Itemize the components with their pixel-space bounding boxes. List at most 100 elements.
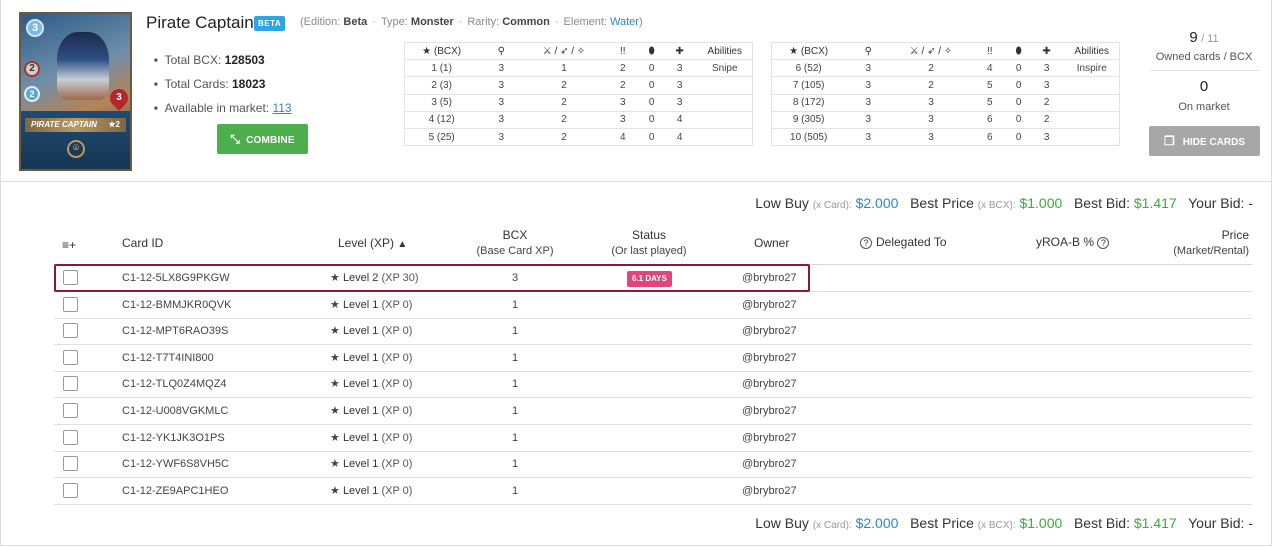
row-checkbox[interactable]	[63, 429, 78, 445]
level-value: Level 1	[342, 351, 379, 364]
card-level-label: ★2	[108, 120, 120, 129]
row-checkbox[interactable]	[63, 403, 78, 418]
column-status[interactable]: Status (Or last played)	[604, 227, 694, 259]
health-value: 3	[116, 92, 122, 103]
level-table-header-cell: Abilities	[697, 42, 753, 61]
owner-cell[interactable]: @brybro27	[742, 451, 797, 477]
level-table-row: 5 (25) 3 2 4 0 4	[404, 128, 753, 147]
card-id-cell[interactable]: C1-12-ZE9APC1HEO	[122, 478, 228, 504]
xp-value: (XP 0)	[381, 431, 413, 444]
level-table-cell: 0	[1008, 76, 1029, 95]
combine-label: COMBINE	[246, 135, 295, 146]
table-row[interactable]: C1-12-YWF6S8VH5C ★ Level 1 (XP 0) 1 @brybro…	[54, 451, 1252, 479]
level-table-row: 6 (52) 3 2 4 0 3 Inspire	[771, 59, 1120, 78]
level-cell: ★ Level 1 (XP 0)	[330, 345, 412, 371]
available-market-link[interactable]: 113	[272, 101, 291, 115]
your-bid-label: Your Bid:	[1188, 195, 1245, 211]
level-table-row: 1 (1) 3 1 2 0 3 Snipe	[404, 59, 753, 78]
owner-cell[interactable]: @brybro27	[742, 318, 797, 344]
level-table-row: 7 (105) 3 2 5 0 3	[771, 76, 1120, 95]
owned-divider	[1150, 70, 1260, 71]
type-label: Type:	[380, 16, 408, 28]
column-card-id[interactable]: Card ID	[122, 236, 163, 250]
best-price-label: Best Price	[910, 515, 974, 531]
level-table-cell: 2 (3)	[404, 76, 479, 95]
level-table-cell: 10 (505)	[771, 128, 846, 147]
row-checkbox[interactable]	[63, 323, 78, 339]
card-id-cell[interactable]: C1-12-TLQ0Z4MQZ4	[122, 371, 227, 397]
owner-cell[interactable]: @brybro27	[742, 425, 797, 451]
combine-button[interactable]: ⤡ COMBINE	[217, 124, 308, 154]
level-table-cell: 2	[524, 94, 604, 112]
column-bcx[interactable]: BCX (Base Card XP)	[474, 227, 556, 259]
your-bid-value: -	[1248, 515, 1253, 531]
column-bcx-label: BCX	[502, 228, 528, 242]
row-checkbox[interactable]	[63, 482, 78, 498]
xp-value: (XP 0)	[381, 351, 413, 364]
card-id-cell[interactable]: C1-12-YWF6S8VH5C	[122, 451, 229, 477]
star-icon: ★	[330, 484, 340, 497]
element-value: Water	[610, 16, 639, 28]
on-market-label: On market	[1178, 101, 1230, 113]
water-element-icon: ⌾	[67, 140, 85, 158]
level-table-cell: 3 (5)	[404, 94, 479, 112]
mana-cost-icon: 3	[26, 19, 44, 37]
bcx-cell: 1	[512, 298, 519, 311]
owner-cell[interactable]: @brybro27	[742, 478, 797, 504]
card-details-header: 3 2 2 3 PIRATE CAPTAIN ★2 ⌾ Pirate Capta…	[0, 0, 1272, 182]
row-checkbox[interactable]	[63, 349, 78, 365]
level-table-cell: 3	[1028, 128, 1065, 147]
card-id-cell[interactable]: C1-12-MPT6RAO39S	[122, 318, 228, 344]
rarity-label: Rarity:	[467, 16, 500, 28]
your-bid-value: -	[1248, 195, 1253, 211]
column-owner[interactable]: Owner	[754, 236, 789, 250]
table-row[interactable]: C1-12-ZE9APC1HEO ★ Level 1 (XP 0) 1 @brybro…	[54, 478, 1252, 505]
type-value: Monster	[410, 16, 454, 28]
level-table-cell: 3	[1028, 59, 1065, 78]
level-cell: ★ Level 1 (XP 0)	[330, 478, 412, 504]
table-row[interactable]: C1-12-MPT6RAO39S ★ Level 1 (XP 0) 1 @brybro…	[54, 318, 1252, 346]
level-table-row: 3 (5) 3 2 3 0 3	[404, 94, 753, 112]
column-delegated[interactable]: ? Delegated To	[860, 235, 947, 249]
level-table-cell	[697, 111, 753, 129]
select-all-toggle[interactable]: ≡+	[62, 238, 76, 252]
best-price-value: $1.000	[1019, 515, 1063, 531]
row-checkbox[interactable]	[63, 376, 78, 392]
owner-cell[interactable]: @brybro27	[742, 292, 797, 318]
level-table-cell: 8 (172)	[771, 94, 846, 112]
level-value: Level 1	[342, 405, 379, 417]
column-price[interactable]: Price (Market/Rental)	[1154, 227, 1249, 259]
table-row[interactable]: C1-12-YK1JK3O1PS ★ Level 1 (XP 0) 1 @brybro…	[54, 425, 1252, 452]
card-id-cell[interactable]: C1-12-U008VGKMLC	[122, 398, 228, 424]
level-table-header-row: ★ (BCX) ⚲ ⚔ / ➶ / ✧!! ⬮ ✚ Abilities	[771, 42, 1120, 61]
total-cards-value: 18023	[232, 77, 266, 91]
card-id-cell[interactable]: C1-12-BMMJKR0QVK	[122, 292, 231, 318]
owner-cell[interactable]: @brybro27	[742, 371, 797, 397]
table-row[interactable]: C1-12-T7T4INI800 ★ Level 1 (XP 0) 1 @brybro…	[54, 345, 1252, 372]
hide-cards-button[interactable]: ❐ HIDE CARDS	[1149, 126, 1260, 156]
row-checkbox[interactable]	[63, 456, 78, 472]
level-value: Level 1	[342, 298, 379, 311]
bcx-cell: 1	[512, 431, 519, 444]
level-table-cell	[697, 94, 753, 112]
row-checkbox[interactable]	[63, 296, 78, 312]
level-table-cell: 3	[891, 128, 971, 147]
table-row[interactable]: C1-12-BMMJKR0QVK ★ Level 1 (XP 0) 1 @brybro…	[54, 292, 1252, 319]
your-bid-label: Your Bid:	[1188, 515, 1245, 531]
level-table-row: 10 (505) 3 3 6 0 3	[771, 128, 1120, 147]
card-id-cell[interactable]: C1-12-T7T4INI800	[122, 345, 214, 371]
level-table-cell: 4	[661, 111, 698, 129]
table-row[interactable]: C1-12-TLQ0Z4MQZ4 ★ Level 1 (XP 0) 1 @brybro…	[54, 371, 1252, 399]
level-table-cell: 2	[524, 76, 604, 95]
owner-cell[interactable]: @brybro27	[742, 398, 797, 424]
level-table-cell: 6	[970, 111, 1009, 129]
star-icon: ★	[330, 431, 340, 444]
column-yroa[interactable]: yROA-B % ?	[1036, 235, 1113, 249]
card-id-cell[interactable]: C1-12-YK1JK3O1PS	[122, 425, 225, 451]
table-row[interactable]: C1-12-U008VGKMLC ★ Level 1 (XP 0) 1 @brybro…	[54, 398, 1252, 425]
column-level[interactable]: Level (XP) ▲	[338, 236, 407, 250]
level-table-cell	[697, 128, 753, 147]
owner-cell[interactable]: @brybro27	[742, 345, 797, 371]
on-market-count: 0	[1199, 78, 1209, 95]
level-table-cell: 3	[478, 128, 525, 147]
